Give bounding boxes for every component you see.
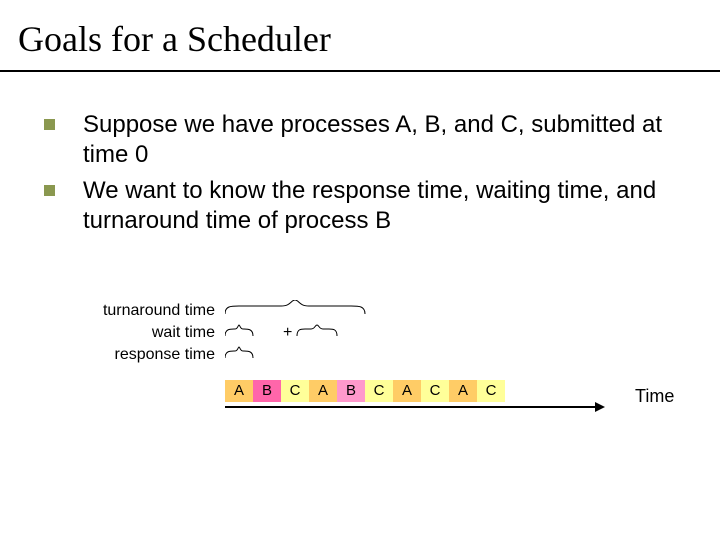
segment-c: C bbox=[421, 380, 449, 402]
bullet-text: Suppose we have processes A, B, and C, s… bbox=[83, 110, 684, 170]
slide: Goals for a Scheduler Suppose we have pr… bbox=[0, 0, 720, 540]
slide-title: Goals for a Scheduler bbox=[18, 18, 331, 60]
segment-b: B bbox=[337, 380, 365, 402]
segment-b: B bbox=[253, 380, 281, 402]
bullet-marker-icon bbox=[44, 119, 55, 130]
schedule-bar: A B C A B C A C A C bbox=[225, 380, 505, 402]
segment-c: C bbox=[477, 380, 505, 402]
segment-c: C bbox=[281, 380, 309, 402]
label-response: response time bbox=[70, 344, 215, 366]
title-underline bbox=[0, 70, 720, 72]
time-axis bbox=[225, 402, 605, 414]
segment-a: A bbox=[449, 380, 477, 402]
arrow-right-icon bbox=[595, 402, 605, 412]
bullet-text: We want to know the response time, waiti… bbox=[83, 176, 684, 236]
label-wait: wait time bbox=[70, 322, 215, 344]
bullet-list: Suppose we have processes A, B, and C, s… bbox=[44, 110, 684, 242]
segment-c: C bbox=[365, 380, 393, 402]
brace-group bbox=[225, 300, 455, 370]
segment-a: A bbox=[225, 380, 253, 402]
segment-a: A bbox=[309, 380, 337, 402]
timing-diagram: turnaround time wait time response time … bbox=[70, 300, 690, 480]
time-metric-labels: turnaround time wait time response time bbox=[70, 300, 215, 366]
segment-a: A bbox=[393, 380, 421, 402]
bullet-item: Suppose we have processes A, B, and C, s… bbox=[44, 110, 684, 170]
axis-line bbox=[225, 406, 595, 408]
label-turnaround: turnaround time bbox=[70, 300, 215, 322]
axis-label-time: Time bbox=[635, 386, 674, 407]
bullet-marker-icon bbox=[44, 185, 55, 196]
plus-sign: + bbox=[283, 324, 292, 342]
bullet-item: We want to know the response time, waiti… bbox=[44, 176, 684, 236]
